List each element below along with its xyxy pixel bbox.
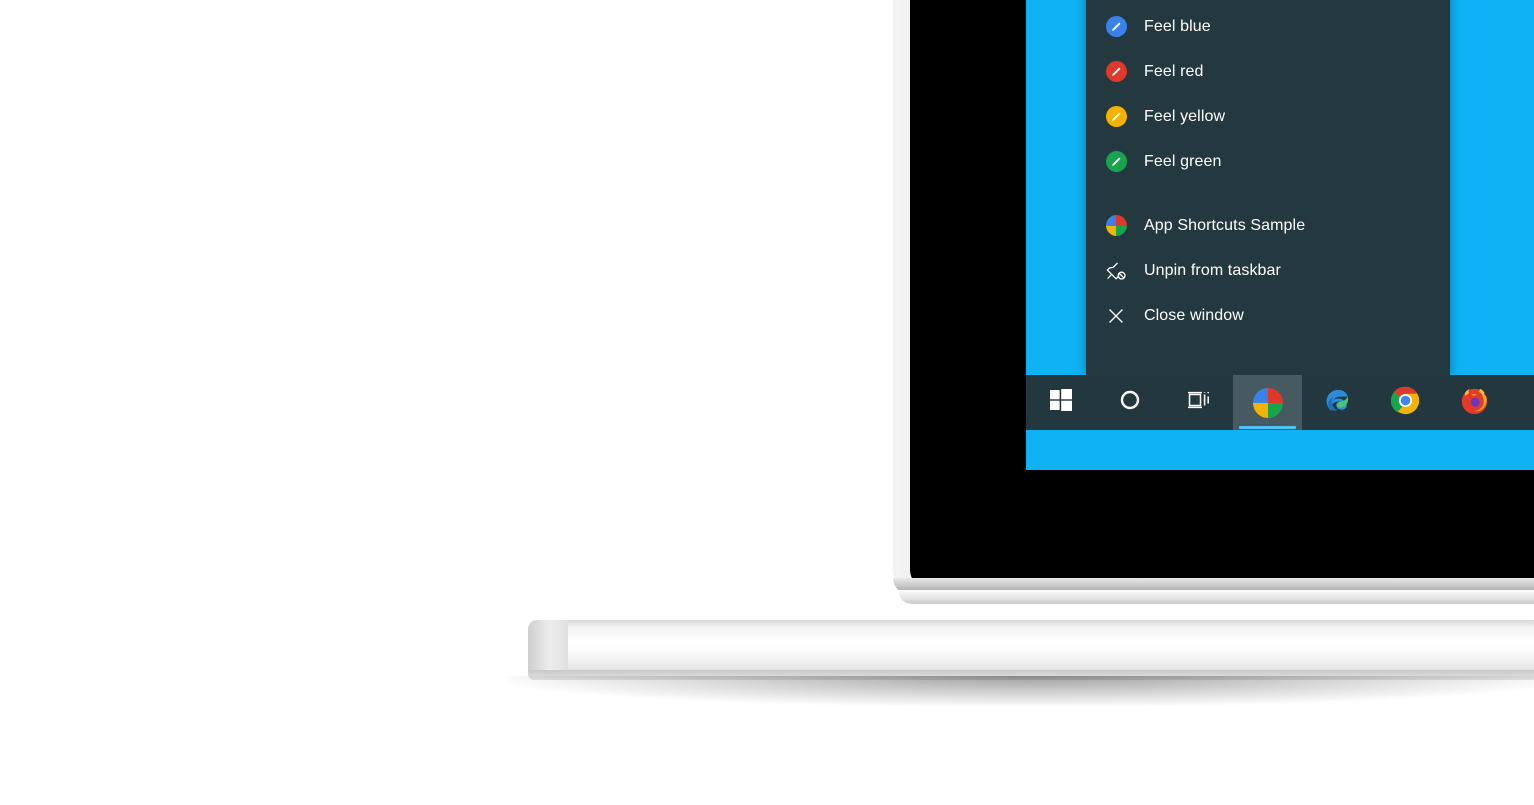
jump-list-menu[interactable]: Tasks Feel blue F — [1086, 0, 1450, 375]
jump-list-item-label: Feel yellow — [1144, 107, 1226, 125]
app-pinwheel-icon — [1104, 214, 1128, 238]
unpin-icon — [1104, 259, 1128, 283]
jump-list-item-label: Feel green — [1144, 152, 1222, 170]
cortana-button[interactable] — [1095, 375, 1164, 430]
jump-list-tasks: Feel blue Feel red Feel yellow Feel gree… — [1086, 4, 1450, 338]
mozilla-firefox-icon — [1460, 386, 1489, 420]
jump-list-item-unpin-from-taskbar[interactable]: Unpin from taskbar — [1086, 248, 1450, 293]
task-view-icon — [1187, 388, 1211, 417]
jump-list-item-feel-green[interactable]: Feel green — [1086, 139, 1450, 184]
paint-brush-blue-icon — [1104, 15, 1128, 39]
app-pinwheel-icon — [1252, 387, 1283, 418]
jump-list-item-label: Unpin from taskbar — [1144, 261, 1281, 279]
google-chrome-button[interactable] — [1371, 375, 1440, 430]
microsoft-edge-button[interactable] — [1302, 375, 1371, 430]
paint-brush-red-icon — [1104, 60, 1128, 84]
microsoft-edge-icon — [1322, 386, 1351, 420]
jump-list-item-app-shortcuts-sample[interactable]: App Shortcuts Sample — [1086, 203, 1450, 248]
jump-list-item-feel-red[interactable]: Feel red — [1086, 49, 1450, 94]
jump-list-item-label: Feel red — [1144, 62, 1204, 80]
jump-list-item-feel-blue[interactable]: Feel blue — [1086, 4, 1450, 49]
jump-list-item-feel-yellow[interactable]: Feel yellow — [1086, 94, 1450, 139]
laptop-drop-shadow — [508, 676, 1534, 706]
google-chrome-icon — [1390, 386, 1420, 420]
start-button[interactable] — [1026, 375, 1095, 430]
screenshot-stage: Tasks Feel blue F — [0, 0, 1534, 805]
jump-list-separator — [1086, 184, 1450, 203]
jump-list-item-label: Feel blue — [1144, 17, 1211, 35]
close-icon — [1104, 304, 1128, 328]
jump-list-item-close-window[interactable]: Close window — [1086, 293, 1450, 338]
laptop-screen: Tasks Feel blue F — [1026, 0, 1534, 470]
paint-brush-green-icon — [1104, 150, 1128, 174]
laptop-hinge — [898, 590, 1534, 604]
windows-taskbar[interactable] — [1026, 375, 1534, 430]
jump-list-item-label: Close window — [1144, 306, 1244, 324]
paint-brush-yellow-icon — [1104, 105, 1128, 129]
jump-list-item-label: App Shortcuts Sample — [1144, 216, 1306, 234]
cortana-circle-icon — [1118, 388, 1142, 417]
mozilla-firefox-button[interactable] — [1440, 375, 1509, 430]
windows-logo-icon — [1049, 388, 1073, 417]
task-view-button[interactable] — [1164, 375, 1233, 430]
app-shortcuts-sample-button[interactable] — [1233, 375, 1302, 430]
